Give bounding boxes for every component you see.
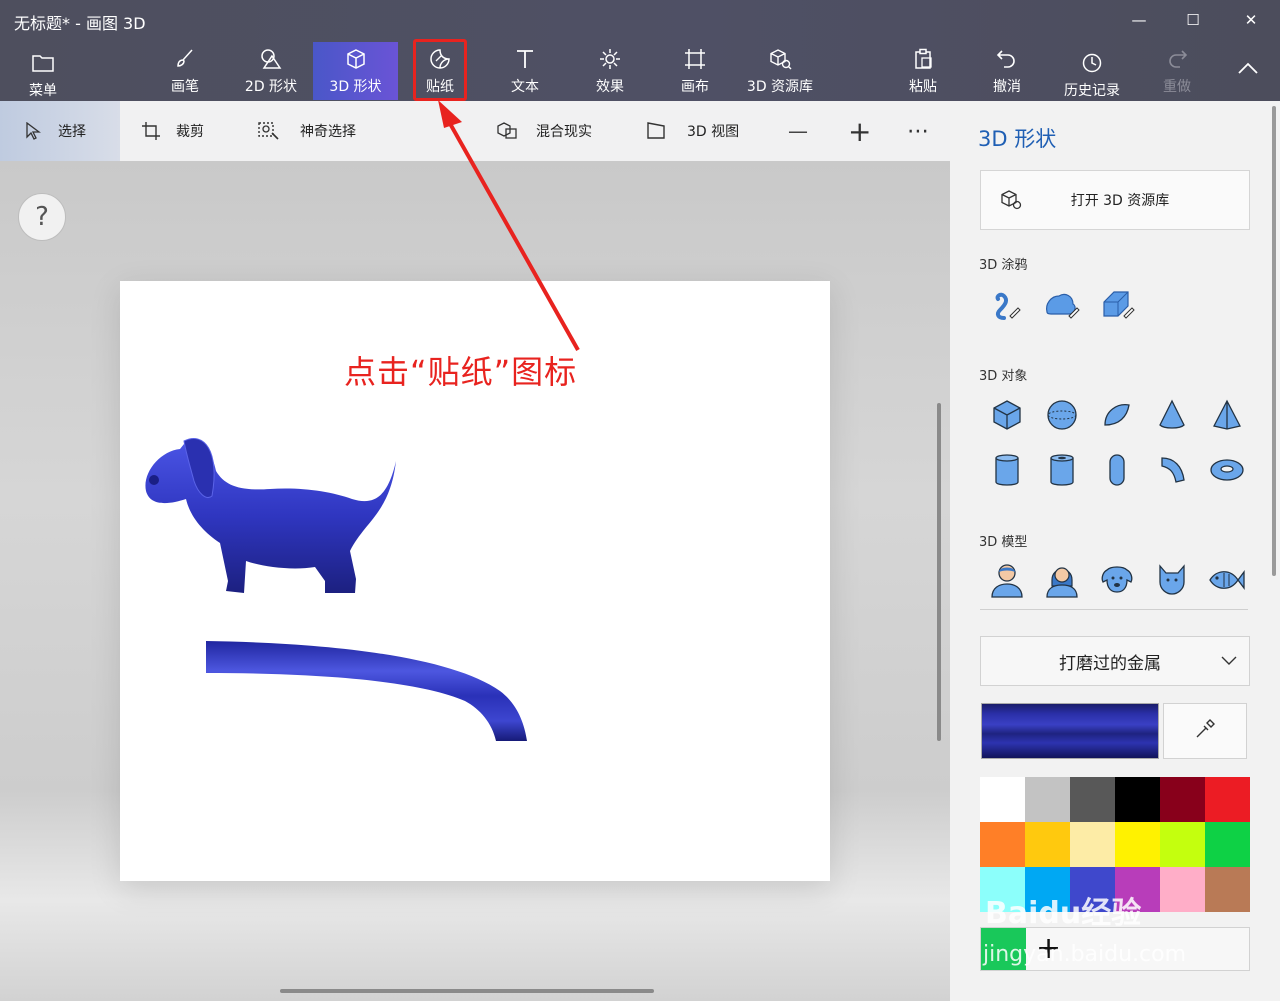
vertical-scrollbar[interactable] <box>937 403 941 741</box>
palette-swatch[interactable] <box>1025 777 1070 822</box>
palette-swatch[interactable] <box>980 777 1025 822</box>
palette-swatch[interactable] <box>1070 777 1115 822</box>
woman-model-icon[interactable] <box>1040 558 1084 602</box>
cube-object-icon[interactable] <box>985 393 1029 437</box>
open-3d-library-button[interactable]: 打开 3D 资源库 <box>980 170 1250 230</box>
torus-object-icon[interactable] <box>1205 448 1249 492</box>
capsule-object-icon[interactable] <box>1095 448 1139 492</box>
undo-button[interactable]: 撤消 <box>982 42 1032 100</box>
palette-swatch[interactable] <box>980 822 1025 867</box>
palette-swatch[interactable] <box>1160 867 1205 912</box>
eyedropper-button[interactable] <box>1163 703 1247 759</box>
watermark-logo: Baidu经验 <box>985 896 1142 931</box>
annotation-arrow <box>438 100 580 351</box>
fish-model-icon[interactable] <box>1205 558 1249 602</box>
history-button[interactable]: 历史记录 <box>1058 46 1126 104</box>
redo-icon <box>1166 46 1188 72</box>
horizontal-scrollbar[interactable] <box>280 989 654 993</box>
undo-icon <box>996 46 1018 72</box>
panel-title: 3D 形状 <box>978 127 1057 151</box>
doodle-section-label: 3D 涂鸦 <box>979 258 1028 273</box>
right-panel: 3D 形状 打开 3D 资源库 3D 涂鸦 3D 对象 3D 模型 打磨过的金属… <box>950 101 1280 1001</box>
models-section-label: 3D 模型 <box>979 535 1028 550</box>
redo-button[interactable]: 重做 <box>1152 42 1202 100</box>
eyedropper-icon <box>1194 718 1216 744</box>
palette-swatch[interactable] <box>1205 867 1250 912</box>
palette-swatch[interactable] <box>1025 822 1070 867</box>
cone-object-icon[interactable] <box>1150 393 1194 437</box>
palette-swatch[interactable] <box>1205 822 1250 867</box>
close-button[interactable]: ✕ <box>1228 6 1274 34</box>
man-model-icon[interactable] <box>985 558 1029 602</box>
palette-swatch[interactable] <box>1115 822 1160 867</box>
material-dropdown[interactable]: 打磨过的金属 <box>980 636 1250 686</box>
panel-divider <box>980 609 1248 610</box>
history-icon <box>1081 50 1103 76</box>
palette-swatch[interactable] <box>1070 822 1115 867</box>
palette-swatch[interactable] <box>1160 822 1205 867</box>
tube-doodle-icon[interactable] <box>1095 283 1139 327</box>
palette-swatch[interactable] <box>1115 777 1160 822</box>
sharp-edge-doodle-icon[interactable] <box>985 283 1029 327</box>
palette-swatch[interactable] <box>1205 777 1250 822</box>
hemisphere-object-icon[interactable] <box>1095 393 1139 437</box>
collapse-toolbar-chevron-up-icon[interactable] <box>1236 60 1264 82</box>
watermark-url: jingyan.baidu.com <box>983 942 1187 967</box>
3d-library-icon <box>981 189 1041 211</box>
sphere-object-icon[interactable] <box>1040 393 1084 437</box>
objects-section-label: 3D 对象 <box>979 369 1028 384</box>
cat-model-icon[interactable] <box>1150 558 1194 602</box>
tube-object-icon[interactable] <box>1040 448 1084 492</box>
maximize-button[interactable]: ☐ <box>1170 6 1216 34</box>
minimize-button[interactable]: — <box>1116 6 1162 34</box>
cylinder-object-icon[interactable] <box>985 448 1029 492</box>
chevron-down-icon <box>1209 656 1249 666</box>
dog-model-icon[interactable] <box>1095 558 1139 602</box>
soft-edge-doodle-icon[interactable] <box>1040 283 1084 327</box>
pyramid-object-icon[interactable] <box>1205 393 1249 437</box>
panel-scrollbar[interactable] <box>1272 106 1276 576</box>
curved-cylinder-object-icon[interactable] <box>1150 448 1194 492</box>
current-color-swatch[interactable] <box>981 703 1159 759</box>
palette-swatch[interactable] <box>1160 777 1205 822</box>
